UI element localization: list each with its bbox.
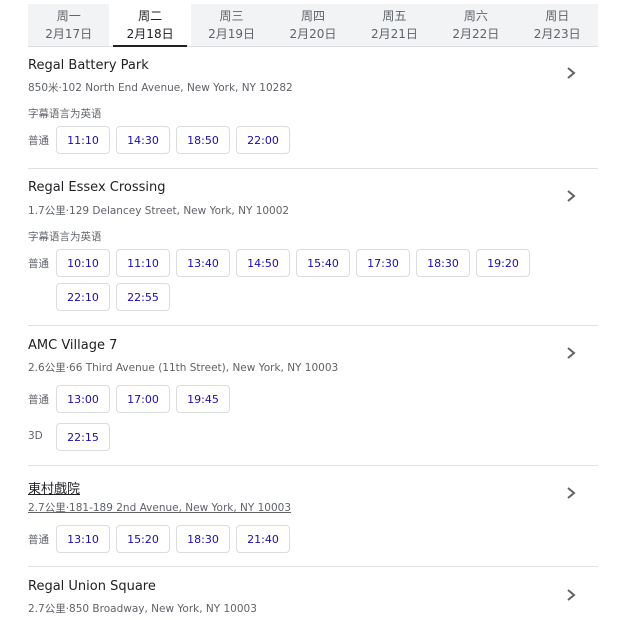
theater-name[interactable]: Regal Essex Crossing (28, 180, 166, 195)
day-date: 2月21日 (370, 27, 418, 41)
day-date: 2月20日 (289, 27, 337, 41)
chevron-right-icon[interactable] (564, 486, 578, 500)
chevron-right-icon[interactable] (564, 66, 578, 80)
showtime-button[interactable]: 10:10 (56, 249, 110, 277)
day-name: 周一 (56, 9, 81, 23)
showtime-button[interactable]: 17:00 (116, 385, 170, 413)
day-date: 2月19日 (208, 27, 255, 41)
day-tab-thu[interactable]: 周四 2月20日 (272, 4, 353, 46)
format-label: 普通 (28, 258, 49, 270)
chevron-right-icon[interactable] (564, 189, 578, 203)
day-name: 周二 (138, 9, 163, 23)
theater-name[interactable]: Regal Union Square (28, 579, 156, 594)
day-tab-fri[interactable]: 周五 2月21日 (354, 4, 435, 46)
showtime-button[interactable]: 11:10 (116, 249, 170, 277)
day-name: 周六 (463, 9, 488, 23)
day-tab-mon[interactable]: 周一 2月17日 (28, 4, 109, 46)
day-date: 2月23日 (533, 27, 581, 41)
day-date: 2月22日 (452, 27, 500, 41)
theater-name[interactable]: Regal Battery Park (28, 58, 149, 73)
showtime-button[interactable]: 22:00 (236, 126, 290, 154)
showtime-button[interactable]: 11:10 (56, 126, 110, 154)
day-name: 周五 (382, 9, 407, 23)
theater-address: 850米·102 North End Avenue, New York, NY … (28, 82, 293, 94)
subtitle-language-note: 字幕语言为英语 (28, 108, 102, 120)
day-tab-wed[interactable]: 周三 2月19日 (191, 4, 272, 46)
theater-address: 2.6公里·66 Third Avenue (11th Street), New… (28, 362, 339, 374)
showtime-button[interactable]: 22:10 (56, 283, 110, 311)
showtime-button[interactable]: 18:30 (416, 249, 470, 277)
chevron-right-icon[interactable] (564, 346, 578, 360)
day-name: 周日 (545, 9, 570, 23)
showtime-button[interactable]: 15:40 (296, 249, 350, 277)
divider (28, 465, 598, 466)
theater-name[interactable]: AMC Village 7 (28, 338, 117, 353)
showtime-button[interactable]: 15:20 (116, 525, 170, 553)
showtime-button[interactable]: 19:45 (176, 385, 230, 413)
format-label: 普通 (28, 135, 49, 147)
format-label: 3D (28, 430, 43, 442)
showtime-button[interactable]: 22:15 (56, 423, 110, 451)
format-label: 普通 (28, 394, 49, 406)
showtime-button[interactable]: 18:50 (176, 126, 230, 154)
format-label: 普通 (28, 534, 49, 546)
showtime-button[interactable]: 22:55 (116, 283, 170, 311)
subtitle-language-note: 字幕语言为英语 (28, 231, 102, 243)
theater-address[interactable]: 2.7公里·181-189 2nd Avenue, New York, NY 1… (28, 500, 291, 515)
theater-address: 2.7公里·850 Broadway, New York, NY 10003 (28, 603, 257, 615)
day-date: 2月17日 (45, 27, 93, 41)
showtime-button[interactable]: 13:10 (56, 525, 110, 553)
day-name: 周三 (219, 9, 244, 23)
day-date: 2月18日 (126, 27, 174, 41)
showtime-button[interactable]: 17:30 (356, 249, 410, 277)
showtime-button[interactable]: 19:20 (476, 249, 530, 277)
showtime-button[interactable]: 14:30 (116, 126, 170, 154)
showtime-button[interactable]: 13:00 (56, 385, 110, 413)
chevron-right-icon[interactable] (564, 588, 578, 602)
theater-name[interactable]: 東村戲院 (28, 478, 80, 497)
divider (28, 325, 598, 326)
day-tab-tue[interactable]: 周二 2月18日 (109, 4, 191, 47)
day-tab-sun[interactable]: 周日 2月23日 (517, 4, 598, 46)
showtime-button[interactable]: 14:50 (236, 249, 290, 277)
divider (28, 168, 598, 169)
showtime-button[interactable]: 13:40 (176, 249, 230, 277)
showtime-button[interactable]: 21:40 (236, 525, 290, 553)
date-selector: 周一 2月17日 周二 2月18日 周三 2月19日 周四 2月20日 周五 2月21日 … (28, 4, 598, 47)
divider (28, 566, 598, 567)
day-tab-sat[interactable]: 周六 2月22日 (435, 4, 516, 46)
showtime-button[interactable]: 18:30 (176, 525, 230, 553)
day-name: 周四 (300, 9, 325, 23)
theater-address: 1.7公里·129 Delancey Street, New York, NY … (28, 205, 290, 217)
